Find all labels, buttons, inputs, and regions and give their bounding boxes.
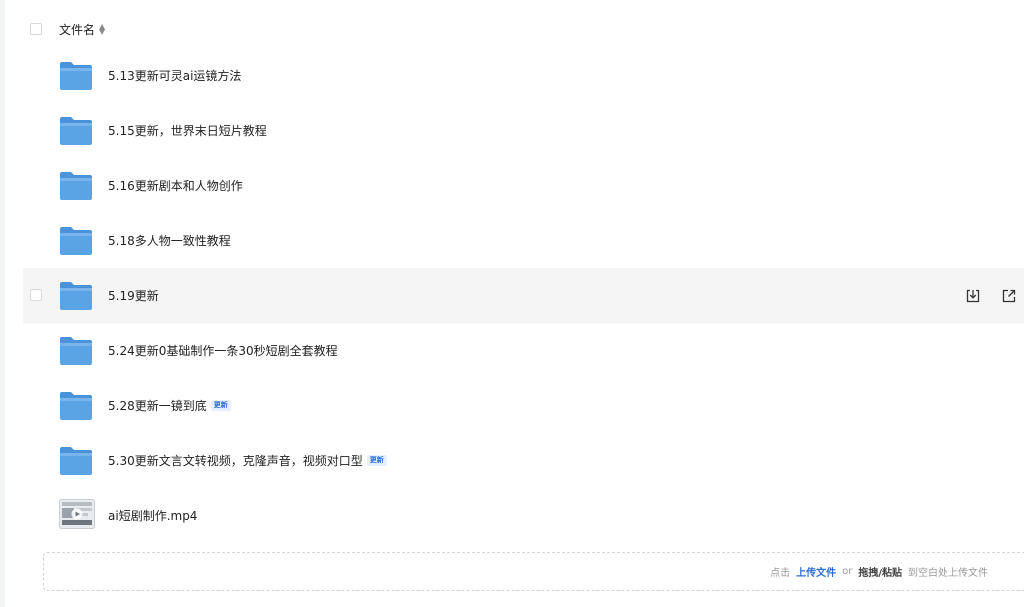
update-badge: 更新 — [210, 400, 231, 411]
file-name[interactable]: 5.18多人物一致性教程 — [108, 213, 231, 268]
folder-row[interactable]: 5.16更新剧本和人物创作 — [23, 158, 1024, 213]
file-name[interactable]: 5.15更新，世界末日短片教程 — [108, 103, 267, 158]
share-icon[interactable] — [998, 285, 1020, 307]
folder-row[interactable]: 5.24更新0基础制作一条30秒短剧全套教程 — [23, 323, 1024, 378]
file-name[interactable]: 5.16更新剧本和人物创作 — [108, 158, 243, 213]
folder-row[interactable]: 5.15更新，世界末日短片教程 — [23, 103, 1024, 158]
file-row[interactable]: ai短剧制作.mp4 — [23, 488, 1024, 543]
file-name[interactable]: ai短剧制作.mp4 — [108, 488, 197, 543]
folder-icon — [59, 279, 93, 311]
folder-row[interactable]: 5.30更新文言文转视频，克隆声音，视频对口型 更新 — [23, 433, 1024, 488]
file-name[interactable]: 5.13更新可灵ai运镜方法 — [108, 48, 241, 103]
upload-drop-zone[interactable]: 点击 上传文件 or 拖拽/粘贴 到空白处上传文件 — [43, 552, 1024, 591]
file-list-panel: 文件名 ▲ ▼ 5.13更新可灵ai运镜方法 5.15更新，世界末日短片教程 5.… — [5, 0, 1024, 607]
column-header-label: 文件名 — [59, 22, 96, 37]
folder-icon — [59, 59, 93, 91]
row-actions — [962, 268, 1024, 323]
file-name-label: 5.19更新 — [108, 289, 159, 303]
folder-row[interactable]: 5.28更新一镜到底 更新 — [23, 378, 1024, 433]
file-name[interactable]: 5.30更新文言文转视频，克隆声音，视频对口型 更新 — [108, 433, 387, 488]
file-name-label: 5.30更新文言文转视频，克隆声音，视频对口型 — [108, 454, 363, 468]
file-rows: 5.13更新可灵ai运镜方法 5.15更新，世界末日短片教程 5.16更新剧本和… — [23, 48, 1024, 543]
folder-icon — [59, 389, 93, 421]
file-name[interactable]: 5.28更新一镜到底 更新 — [108, 378, 231, 433]
folder-icon — [59, 224, 93, 256]
upload-or-text: or — [842, 566, 853, 577]
folder-row[interactable]: 5.18多人物一致性教程 — [23, 213, 1024, 268]
folder-icon — [59, 114, 93, 146]
row-checkbox[interactable] — [30, 289, 42, 301]
file-name-label: 5.24更新0基础制作一条30秒短剧全套教程 — [108, 344, 338, 358]
folder-icon — [59, 444, 93, 476]
update-badge: 更新 — [366, 455, 387, 466]
column-header-filename[interactable]: 文件名 ▲ ▼ — [59, 21, 105, 38]
video-thumbnail-icon — [59, 499, 95, 531]
upload-prefix-text: 点击 — [770, 568, 791, 579]
file-name-label: 5.28更新一镜到底 — [108, 399, 207, 413]
folder-icon — [59, 169, 93, 201]
folder-row[interactable]: 5.19更新 — [23, 268, 1024, 323]
file-name[interactable]: 5.19更新 — [108, 268, 159, 323]
file-name-label: 5.16更新剧本和人物创作 — [108, 179, 243, 193]
file-name-label: 5.15更新，世界末日短片教程 — [108, 124, 267, 138]
folder-icon — [59, 334, 93, 366]
upload-drag-text: 拖拽/粘贴 — [858, 568, 902, 579]
file-name-label: 5.18多人物一致性教程 — [108, 234, 231, 248]
download-icon[interactable] — [962, 285, 984, 307]
file-name-label: 5.13更新可灵ai运镜方法 — [108, 69, 242, 83]
upload-suffix-text: 到空白处上传文件 — [908, 568, 988, 579]
file-name[interactable]: 5.24更新0基础制作一条30秒短剧全套教程 — [108, 323, 338, 378]
select-all-checkbox[interactable] — [30, 23, 42, 35]
sort-icon[interactable]: ▲ ▼ — [99, 23, 105, 36]
upload-file-link[interactable]: 上传文件 — [796, 564, 836, 579]
folder-row[interactable]: 5.13更新可灵ai运镜方法 — [23, 48, 1024, 103]
file-name-label: ai短剧制作.mp4 — [108, 509, 198, 523]
